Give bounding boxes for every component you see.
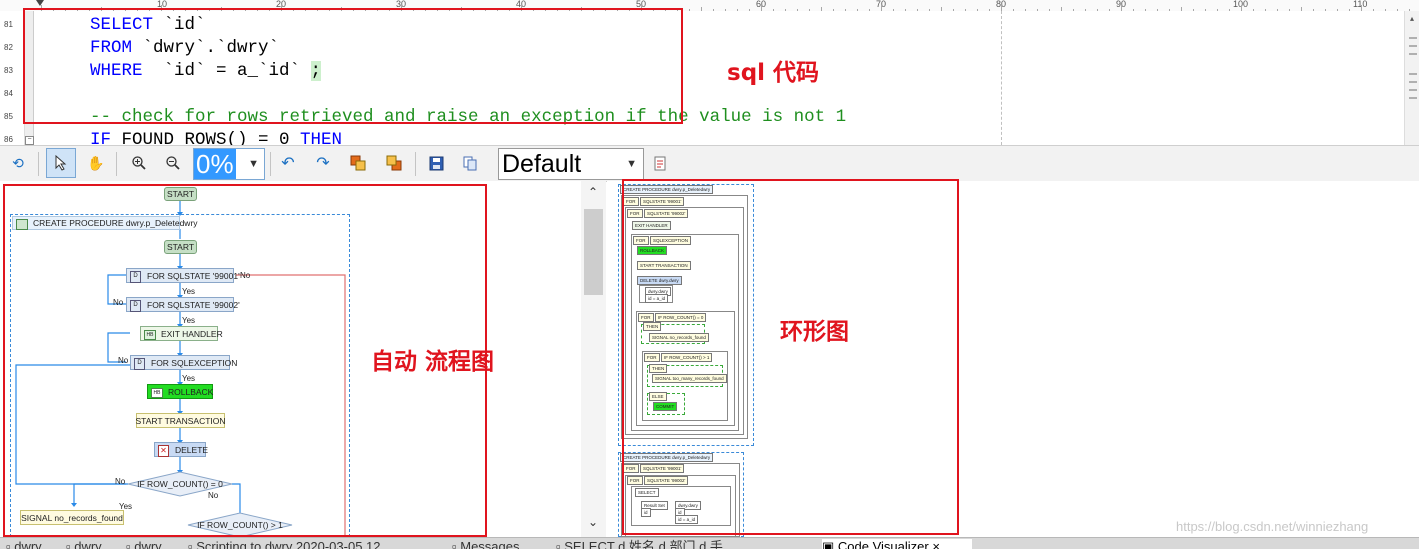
column-guide-line (1001, 11, 1002, 145)
chevron-down-icon[interactable]: ▼ (626, 158, 637, 170)
scroll-marker (1409, 73, 1417, 75)
fold-toggle-icon[interactable]: − (25, 136, 34, 145)
chevron-down-icon[interactable]: ⌄ (588, 515, 598, 529)
line-number-gutter: 81 82 83 84 85 86 (0, 11, 25, 145)
zoom-out-icon[interactable] (161, 151, 185, 175)
scroll-marker (1409, 97, 1417, 99)
style-combobox[interactable]: Default ▼ (498, 148, 644, 180)
line-number: 85 (4, 112, 13, 121)
zoom-value: 0% (194, 149, 236, 179)
sql-code-highlight-box (23, 8, 683, 124)
code-text: FOUND_ROWS() = 0 (111, 130, 301, 145)
toolbar-separator (116, 152, 117, 176)
editor-scrollbar[interactable]: ▴ (1404, 11, 1419, 145)
save-icon[interactable] (424, 151, 448, 175)
visualizer-toolbar: ⟲ ✋ 0% ▼ ↶ ↷ Default ▼ (0, 145, 1419, 182)
ring-annotation: 环形图 (780, 319, 849, 345)
flowchart-annotation: 自动 流程图 (371, 349, 495, 375)
scroll-marker (1409, 45, 1417, 47)
style-value: Default (502, 150, 582, 178)
scroll-marker (1409, 89, 1417, 91)
line-number: 81 (4, 20, 13, 29)
code-line: IF FOUND_ROWS() = 0 THEN (90, 129, 342, 145)
undo-icon[interactable]: ↶ (276, 151, 300, 175)
watermark: https://blog.csdn.net/winniezhang (1176, 519, 1369, 534)
chevron-down-icon[interactable]: ▼ (248, 158, 259, 170)
document-tabs-bar: ▫ dwry ▫ dwry ▫ dwry ▫ Scripting to dwry… (0, 537, 1419, 549)
hand-icon[interactable]: ✋ (84, 151, 108, 175)
zoom-in-icon[interactable] (127, 151, 151, 175)
line-number: 86 (4, 135, 13, 144)
ring-highlight-box (622, 179, 959, 535)
sql-code-annotation: sql 代码 (727, 60, 820, 86)
line-number: 82 (4, 43, 13, 52)
flowchart-scrollbar[interactable]: ⌃ ⌄ (581, 181, 608, 537)
scroll-marker (1409, 37, 1417, 39)
send-back-icon[interactable] (382, 151, 406, 175)
scroll-thumb[interactable] (584, 209, 603, 295)
line-number: 83 (4, 66, 13, 75)
sql-keyword: IF (90, 130, 112, 145)
export-icon[interactable] (648, 151, 672, 175)
sql-keyword: THEN (300, 130, 343, 145)
scroll-marker (1409, 53, 1417, 55)
toolbar-separator (38, 152, 39, 176)
scroll-up-arrow-icon[interactable]: ▴ (1407, 15, 1417, 23)
zoom-combobox[interactable]: 0% ▼ (193, 148, 265, 180)
scroll-marker (1409, 81, 1417, 83)
pointer-icon[interactable] (46, 148, 76, 178)
chevron-up-icon[interactable]: ⌃ (588, 185, 598, 199)
bring-front-icon[interactable] (346, 151, 370, 175)
cursor-column-marker-icon (36, 0, 44, 6)
redo-icon[interactable]: ↷ (311, 151, 335, 175)
toolbar-separator (415, 152, 416, 176)
toolbar-separator (270, 152, 271, 176)
refresh-icon[interactable]: ⟲ (6, 151, 30, 175)
copy-icon[interactable] (458, 151, 482, 175)
line-number: 84 (4, 89, 13, 98)
